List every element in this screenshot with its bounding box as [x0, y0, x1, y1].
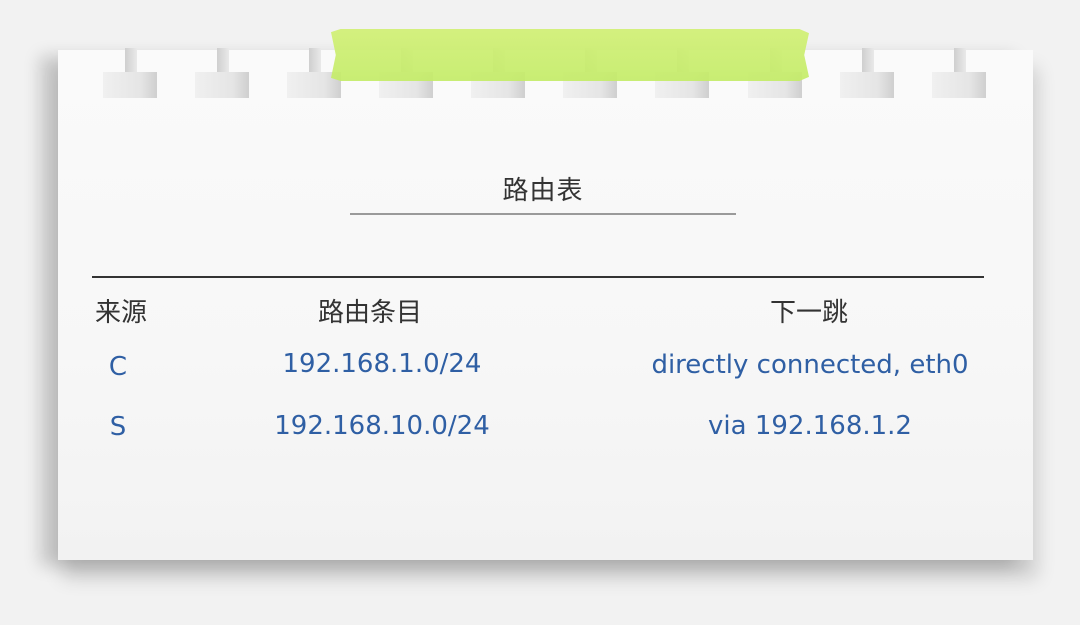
binder-hole-icon	[195, 48, 249, 98]
row-route: 192.168.10.0/24	[274, 411, 490, 441]
table-top-rule	[92, 276, 984, 278]
column-header-source: 来源	[95, 298, 148, 328]
row-next-hop: via 192.168.1.2	[708, 411, 912, 441]
note-paper	[58, 50, 1033, 560]
binder-hole-icon	[103, 48, 157, 98]
row-source: S	[109, 412, 127, 442]
row-next-hop: directly connected, eth0	[651, 350, 969, 380]
column-header-route: 路由条目	[318, 298, 423, 328]
column-header-next-hop: 下一跳	[770, 298, 849, 328]
binder-hole-icon	[840, 48, 894, 98]
tape-strip	[331, 29, 809, 81]
row-source: C	[108, 352, 128, 382]
slide-canvas: 路由表 来源 路由条目 下一跳 C 192.168.1.0/24 directl…	[0, 0, 1080, 625]
binder-hole-icon	[932, 48, 986, 98]
title-underline	[350, 213, 736, 215]
row-route: 192.168.1.0/24	[282, 349, 482, 379]
page-title: 路由表	[502, 176, 584, 206]
